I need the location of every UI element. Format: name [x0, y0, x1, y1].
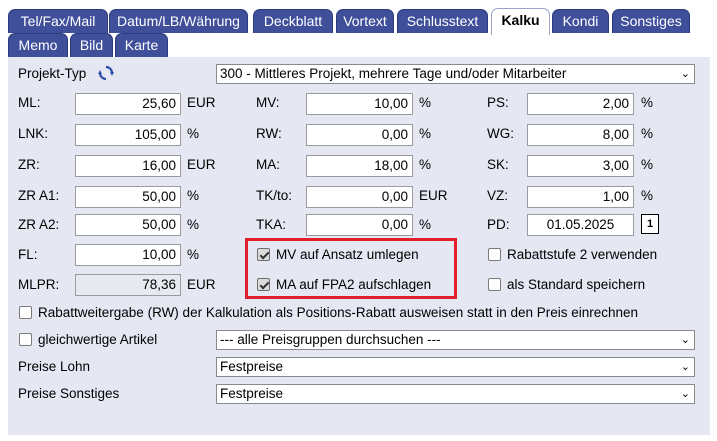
preise-lohn-label: Preise Lohn — [18, 359, 91, 374]
tk-to-unit: EUR — [419, 188, 448, 203]
ma-label: MA: — [256, 157, 281, 172]
zr-input[interactable]: 16,00 — [75, 155, 181, 177]
tk-to-input[interactable]: 0,00 — [306, 186, 413, 208]
tab-schlusstext[interactable]: Schlusstext — [397, 9, 488, 33]
ps-label: PS: — [487, 95, 509, 110]
wg-label: WG: — [487, 126, 514, 141]
zr-a2-label: ZR A2: — [18, 217, 60, 232]
rw-input[interactable]: 0,00 — [306, 124, 413, 146]
zr-a1-unit: % — [187, 188, 200, 203]
mv-ansatz-checkbox[interactable] — [257, 248, 270, 261]
zr-a1-input[interactable]: 50,00 — [75, 186, 181, 208]
zr-label: ZR: — [18, 157, 40, 172]
mv-label: MV: — [256, 95, 280, 110]
wg-input[interactable]: 8,00 — [527, 124, 634, 146]
lnk-unit: % — [187, 126, 200, 141]
ps-input[interactable]: 2,00 — [527, 93, 634, 115]
fl-input[interactable]: 10,00 — [75, 244, 181, 266]
ml-unit: EUR — [187, 95, 216, 110]
tka-label: TKA: — [256, 217, 287, 232]
preise-sonstiges-label: Preise Sonstiges — [18, 386, 120, 401]
sk-unit: % — [641, 157, 654, 172]
tab-karte[interactable]: Karte — [115, 33, 168, 57]
ma-unit: % — [419, 157, 432, 172]
projekt-typ-select[interactable]: 300 - Mittleres Projekt, mehrere Tage un… — [216, 64, 695, 84]
preisgruppen-select[interactable]: --- alle Preisgruppen durchsuchen --- ⌄ — [216, 330, 695, 350]
zr-unit: EUR — [187, 157, 216, 172]
tab-sonstiges[interactable]: Sonstiges — [612, 9, 690, 33]
mlpr-label: MLPR: — [18, 277, 60, 292]
ma-fpa2-checkbox[interactable] — [257, 278, 270, 291]
vz-unit: % — [641, 188, 654, 203]
wg-unit: % — [641, 126, 654, 141]
als-standard-checkbox[interactable] — [488, 278, 501, 291]
zr-a2-unit: % — [187, 217, 200, 232]
rabattweitergabe-label: Rabattweitergabe (RW) der Kalkulation al… — [38, 305, 639, 320]
fl-label: FL: — [18, 247, 38, 262]
pd-date-input[interactable]: 01.05.2025 — [527, 214, 634, 236]
projekt-typ-label: Projekt-Typ — [18, 66, 87, 81]
mlpr-value: 78,36 — [75, 274, 181, 296]
rabattstufe2-label: Rabattstufe 2 verwenden — [507, 247, 658, 262]
lnk-label: LNK: — [18, 126, 49, 141]
zr-a1-label: ZR A1: — [18, 188, 60, 203]
sk-input[interactable]: 3,00 — [527, 155, 634, 177]
mlpr-unit: EUR — [187, 277, 216, 292]
sk-label: SK: — [487, 157, 509, 172]
preise-lohn-select[interactable]: Festpreise ⌄ — [216, 357, 695, 377]
rw-label: RW: — [256, 126, 282, 141]
tab-memo[interactable]: Memo — [8, 33, 68, 57]
preise-sonstiges-select[interactable]: Festpreise ⌄ — [216, 384, 695, 404]
gleichwertige-label: gleichwertige Artikel — [38, 332, 158, 347]
tka-input[interactable]: 0,00 — [306, 214, 413, 236]
vz-label: VZ: — [487, 188, 509, 203]
mv-unit: % — [419, 95, 432, 110]
refresh-icon[interactable] — [97, 64, 115, 82]
ps-unit: % — [641, 95, 654, 110]
rw-unit: % — [419, 126, 432, 141]
mv-ansatz-label: MV auf Ansatz umlegen — [276, 247, 419, 262]
tab-vortext[interactable]: Vortext — [336, 9, 394, 33]
fl-unit: % — [187, 247, 200, 262]
tka-unit: % — [419, 217, 432, 232]
tab-kondi[interactable]: Kondi — [552, 9, 609, 33]
ma-fpa2-label: MA auf FPA2 aufschlagen — [276, 277, 432, 292]
ml-input[interactable]: 25,60 — [75, 93, 181, 115]
rabattweitergabe-checkbox[interactable] — [19, 306, 32, 319]
tab-deckblatt[interactable]: Deckblatt — [253, 9, 333, 33]
vz-input[interactable]: 1,00 — [527, 186, 634, 208]
mv-input[interactable]: 10,00 — [306, 93, 413, 115]
zr-a2-input[interactable]: 50,00 — [75, 214, 181, 236]
pd-label: PD: — [487, 217, 510, 232]
lnk-input[interactable]: 105,00 — [75, 124, 181, 146]
ml-label: ML: — [18, 95, 41, 110]
tab-datum-lb-waehrung[interactable]: Datum/LB/Währung — [109, 9, 248, 33]
gleichwertige-checkbox[interactable] — [19, 333, 32, 346]
als-standard-label: als Standard speichern — [507, 277, 646, 292]
ma-input[interactable]: 18,00 — [306, 155, 413, 177]
tab-kalku[interactable]: Kalku — [491, 8, 550, 35]
tab-tel-fax-mail[interactable]: Tel/Fax/Mail — [8, 9, 108, 33]
tk-to-label: TK/to: — [256, 188, 293, 203]
tab-bild[interactable]: Bild — [70, 33, 113, 57]
pd-calendar-button[interactable]: 1 — [641, 214, 659, 234]
rabattstufe2-checkbox[interactable] — [488, 248, 501, 261]
